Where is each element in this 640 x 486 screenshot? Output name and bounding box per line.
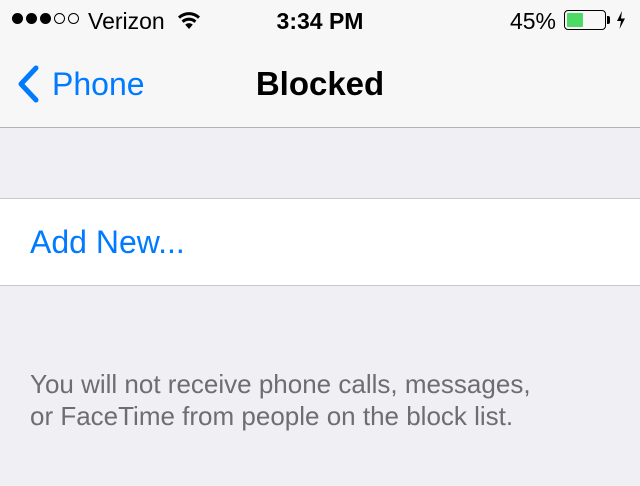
page-title: Blocked <box>255 65 385 102</box>
blocked-screen: Verizon 3:34 PM 45% Phone Blocked Add Ne… <box>0 0 640 486</box>
battery-nub <box>607 16 610 24</box>
add-new-cell[interactable]: Add New... <box>0 198 640 286</box>
battery-icon <box>564 10 606 30</box>
status-bar: Verizon 3:34 PM 45% <box>0 0 640 40</box>
navigation-bar: Phone Blocked <box>0 40 640 128</box>
block-list-note-line-1: You will not receive phone calls, messag… <box>30 369 531 399</box>
battery-level-fill <box>567 13 583 27</box>
header: Verizon 3:34 PM 45% Phone Blocked <box>0 0 640 128</box>
block-list-note: You will not receive phone calls, messag… <box>30 368 620 432</box>
bolt-icon <box>617 11 625 29</box>
add-new-label: Add New... <box>30 224 185 260</box>
block-list-note-line-2: or FaceTime from people on the block lis… <box>30 401 514 431</box>
battery-percent: 45% <box>509 8 556 34</box>
